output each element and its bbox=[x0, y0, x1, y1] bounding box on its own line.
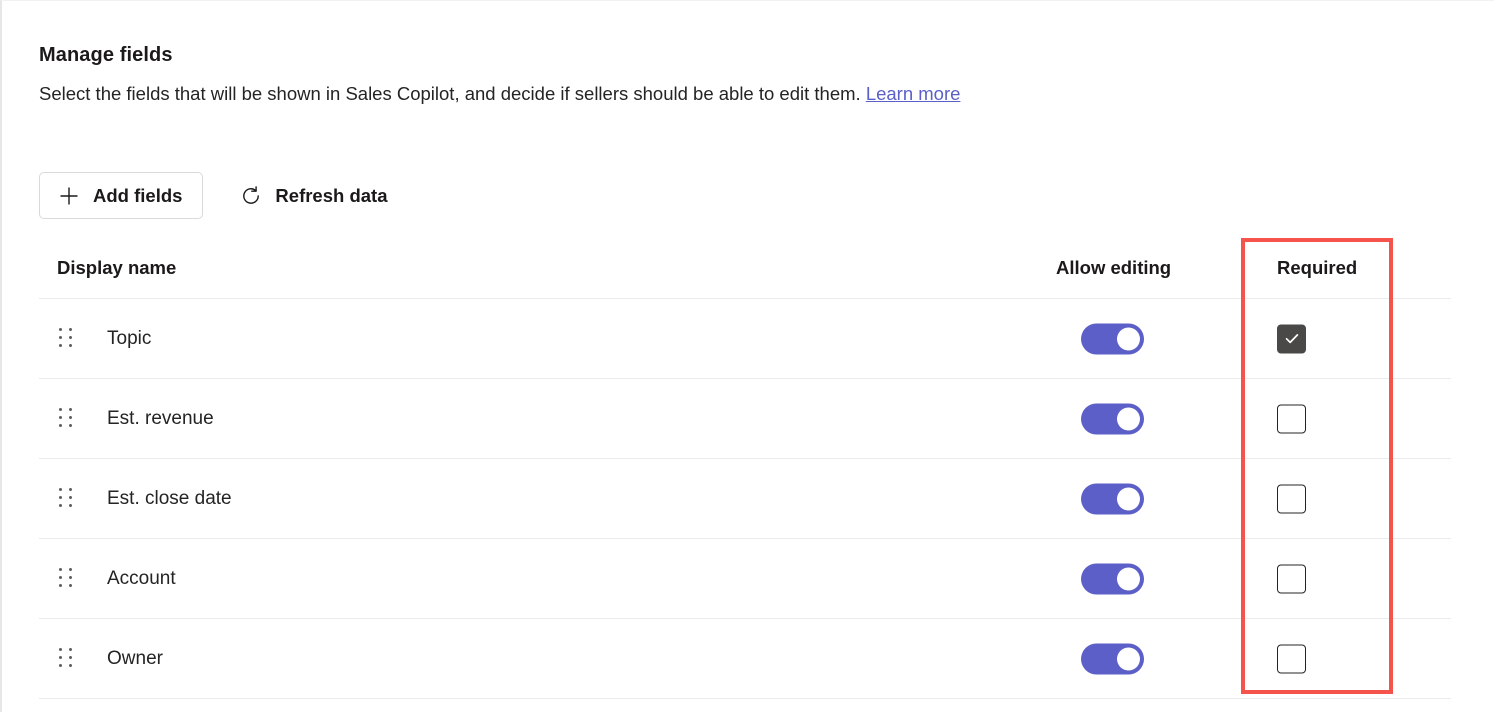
manage-fields-panel: Manage fields Select the fields that wil… bbox=[0, 0, 1494, 712]
drag-handle-icon[interactable] bbox=[57, 326, 76, 352]
drag-handle-icon[interactable] bbox=[57, 566, 76, 592]
field-display-name: Owner bbox=[107, 648, 163, 670]
required-checkbox[interactable] bbox=[1277, 644, 1306, 673]
refresh-icon bbox=[240, 185, 262, 207]
page-title: Manage fields bbox=[39, 44, 173, 67]
page-description: Select the fields that will be shown in … bbox=[39, 83, 960, 105]
required-checkbox[interactable] bbox=[1277, 404, 1306, 433]
fields-table: Display name Allow editing Required Topi… bbox=[39, 244, 1451, 699]
toggle-knob bbox=[1117, 407, 1140, 430]
table-row-est-close-date: Est. close date bbox=[39, 459, 1451, 539]
drag-handle-icon[interactable] bbox=[57, 646, 76, 672]
table-header-row: Display name Allow editing Required bbox=[39, 244, 1451, 299]
learn-more-link[interactable]: Learn more bbox=[866, 83, 961, 104]
add-fields-button[interactable]: Add fields bbox=[39, 172, 203, 219]
required-checkbox[interactable] bbox=[1277, 324, 1306, 353]
toggle-knob bbox=[1117, 327, 1140, 350]
refresh-data-button[interactable]: Refresh data bbox=[225, 172, 408, 219]
toggle-knob bbox=[1117, 647, 1140, 670]
toggle-knob bbox=[1117, 567, 1140, 590]
add-fields-label: Add fields bbox=[93, 185, 182, 207]
required-checkbox[interactable] bbox=[1277, 564, 1306, 593]
column-header-required: Required bbox=[1277, 257, 1357, 279]
table-row-topic: Topic bbox=[39, 299, 1451, 379]
drag-handle-icon[interactable] bbox=[57, 486, 76, 512]
column-header-allow-editing: Allow editing bbox=[1056, 257, 1171, 279]
allow-editing-toggle[interactable] bbox=[1081, 563, 1144, 594]
field-display-name: Topic bbox=[107, 328, 151, 350]
toolbar: Add fields Refresh data bbox=[39, 172, 409, 219]
table-row-est-revenue: Est. revenue bbox=[39, 379, 1451, 459]
column-header-display-name: Display name bbox=[57, 257, 176, 279]
page-description-text: Select the fields that will be shown in … bbox=[39, 83, 861, 104]
allow-editing-toggle[interactable] bbox=[1081, 403, 1144, 434]
plus-icon bbox=[58, 185, 80, 207]
table-row-owner: Owner bbox=[39, 619, 1451, 699]
allow-editing-toggle[interactable] bbox=[1081, 643, 1144, 674]
field-display-name: Account bbox=[107, 568, 176, 590]
required-checkbox[interactable] bbox=[1277, 484, 1306, 513]
toggle-knob bbox=[1117, 487, 1140, 510]
table-body: Topic Est. revenue Est. close date bbox=[39, 299, 1451, 699]
drag-handle-icon[interactable] bbox=[57, 406, 76, 432]
table-row-account: Account bbox=[39, 539, 1451, 619]
allow-editing-toggle[interactable] bbox=[1081, 323, 1144, 354]
field-display-name: Est. close date bbox=[107, 488, 232, 510]
field-display-name: Est. revenue bbox=[107, 408, 214, 430]
allow-editing-toggle[interactable] bbox=[1081, 483, 1144, 514]
refresh-data-label: Refresh data bbox=[275, 185, 387, 207]
